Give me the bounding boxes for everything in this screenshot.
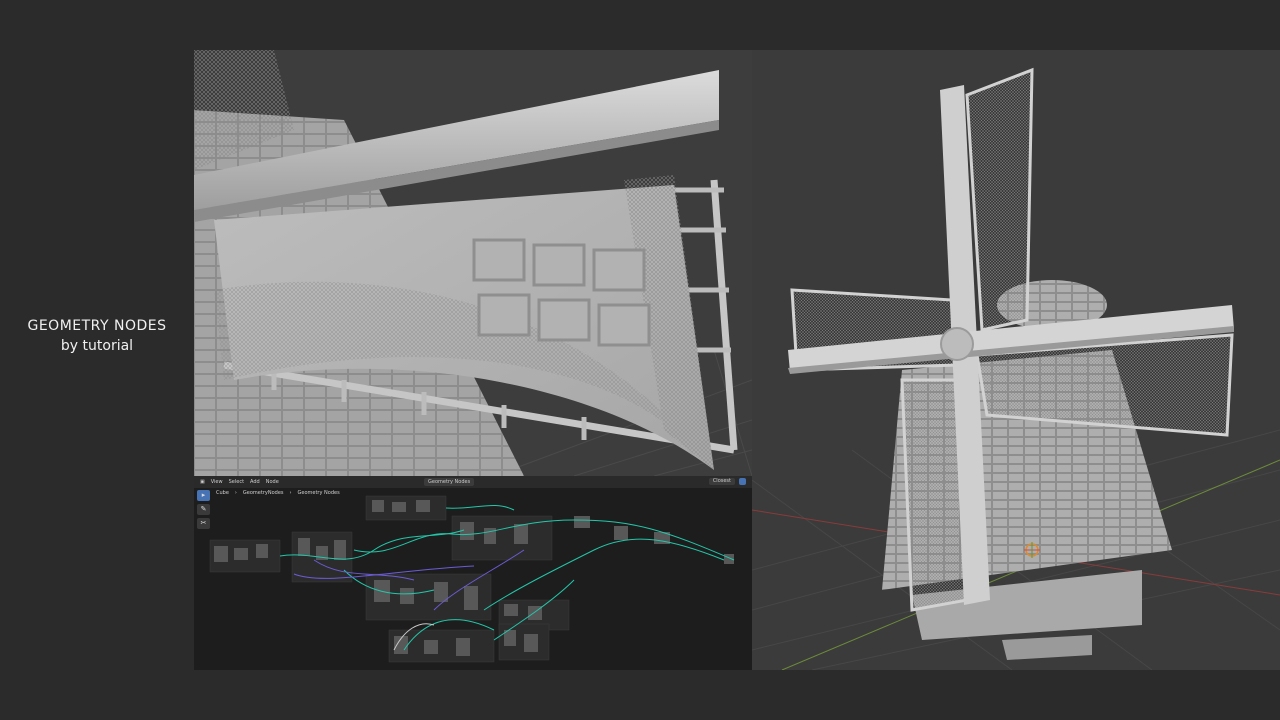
closeup-render [194, 50, 752, 476]
3d-viewport[interactable] [752, 50, 1280, 670]
node-editor[interactable]: ▣ View Select Add Node Geometry Nodes Cl… [194, 476, 752, 670]
menu-node[interactable]: Node [266, 479, 279, 485]
menu-select[interactable]: Select [229, 479, 244, 485]
node-editor-header: ▣ View Select Add Node Geometry Nodes Cl… [194, 476, 752, 488]
menu-view[interactable]: View [211, 479, 223, 485]
header-right-controls: Closest [708, 478, 746, 485]
menu-add[interactable]: Add [250, 479, 260, 485]
closeup-illustration [194, 50, 752, 476]
windmill-illustration [752, 50, 1280, 670]
caption-title: GEOMETRY NODES [27, 318, 167, 334]
node-tree-selector[interactable]: Geometry Nodes [424, 478, 475, 486]
caption-subtitle: by tutorial [60, 338, 134, 354]
node-graph[interactable] [194, 490, 752, 670]
editor-type-icon[interactable]: ▣ [200, 479, 205, 485]
title-caption: GEOMETRY NODES by tutorial [0, 318, 194, 354]
snapping-dropdown[interactable]: Closest [708, 478, 735, 485]
overlay-toggle-icon[interactable] [739, 478, 746, 485]
